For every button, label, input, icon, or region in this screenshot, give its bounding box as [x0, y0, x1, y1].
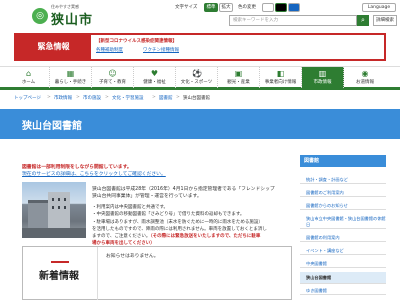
site-header: ◎ 住みやすさ実感 狭山市 文字サイズ 標準 拡大 色の変更 Language … — [0, 0, 400, 30]
nav-label: ホーム — [21, 80, 36, 85]
detail-search-button[interactable]: 詳細検索 — [373, 15, 397, 26]
info-icon: ◉ — [361, 69, 369, 78]
color-blue-button[interactable] — [288, 3, 300, 12]
bullet-item: を活用したものですので、降雨の際には利用されません。車両を放置しておくとま済し — [92, 226, 267, 232]
breadcrumb-item[interactable]: 市政情報 — [54, 95, 72, 101]
nav-label: お道情報 — [356, 80, 374, 85]
breadcrumb-current: 狭山台図書館 — [183, 96, 210, 101]
breadcrumb-item[interactable]: 市の施設 — [83, 95, 101, 101]
bullet-item: ・中央図書館の移動図書館「さみどり号」で借りた資料の返却もできます。 — [92, 212, 245, 218]
parking-warning: （その際には緊急放送をいたしますので、ただちに駐車 — [150, 234, 261, 240]
sidebar-item[interactable]: 図書館からのお知らせ — [300, 203, 386, 210]
sidebar-item[interactable]: 狭山市立中央図書館・狭山台図書館の休館日 — [300, 216, 386, 229]
nav-business[interactable]: ◧ 事業者向け情報 — [260, 67, 302, 88]
search-input[interactable]: 検索キーワードを入力 — [229, 15, 357, 26]
bullet-item: ・利用案内は中央図書館と共通です。 — [92, 205, 169, 210]
notice-link[interactable]: 現在のサービスの詳細は、こちらをクリックしてご確認ください。 — [22, 170, 166, 177]
child-icon: ☺ — [108, 69, 117, 78]
breadcrumb-item[interactable]: 図書館 — [159, 95, 173, 101]
font-size-label: 文字サイズ — [175, 5, 198, 10]
emergency-covid-link[interactable]: 【新型コロナウイルス感染症関連情報】 — [96, 38, 177, 44]
nav-label: 市政情報 — [313, 80, 332, 85]
sidebar-item[interactable]: 中央図書館 — [300, 261, 386, 268]
nav-useful-info[interactable]: ◉ お道情報 — [344, 67, 386, 88]
font-standard-button[interactable]: 標準 — [204, 3, 218, 12]
sidebar-item[interactable]: 図書館の利用案内 — [300, 235, 386, 242]
news-message: お知らせはありません。 — [106, 254, 159, 259]
nav-label: 暮らし・手続き — [54, 80, 87, 85]
bullet-item: ますので、ご注意ください。 — [92, 234, 151, 240]
nav-city-info[interactable]: ▥ 市政情報 — [302, 67, 344, 88]
nav-label: 文化・スポーツ — [180, 80, 213, 85]
search-icon: ⌕ — [361, 16, 365, 24]
global-nav: ⌂ ホーム ▦ 暮らし・手続き ☺ 子育て・教育 ♥ 健康・福祉 ⚽ 文化・スポーツ ▣ 観… — [0, 66, 400, 90]
nav-childcare[interactable]: ☺ 子育て・教育 — [92, 67, 134, 88]
page-title: 狭山台図書館 — [22, 121, 82, 132]
sidebar-item[interactable]: 図書館のご利用案内 — [300, 190, 386, 197]
notice-text: 図書館は一部利用制限をしながら開館しています。 — [22, 165, 132, 170]
heart-icon: ♥ — [150, 69, 159, 78]
sidebar-item[interactable]: イベント・講座など — [300, 248, 386, 255]
library-photo — [22, 182, 86, 238]
language-button[interactable]: Language — [362, 3, 396, 12]
page-title-banner: 狭山台図書館 — [0, 109, 400, 139]
info-bullets: ・利用案内は中央図書館と共通です。 ・中央図書館の移動図書館「さみどり号」で借り… — [92, 204, 292, 248]
nav-health[interactable]: ♥ 健康・福祉 — [134, 67, 176, 88]
breadcrumb-item[interactable]: 文化・学習施設 — [112, 95, 144, 101]
cityhall-icon: ▥ — [318, 69, 327, 78]
color-black-button[interactable] — [275, 3, 287, 12]
nav-culture[interactable]: ⚽ 文化・スポーツ — [176, 67, 218, 88]
nav-label: 子育て・教育 — [99, 80, 126, 85]
news-section: 新着情報 お知らせはありません。 — [22, 246, 292, 300]
nav-home[interactable]: ⌂ ホーム — [8, 67, 50, 88]
emergency-subsidy-link[interactable]: 各種補助制度 — [96, 47, 123, 53]
camera-icon: ▣ — [234, 69, 243, 78]
bullet-item: ・駐車場はありますが、雨水調整池（末水を防ぐために一時的に雨水をためる施設） — [92, 219, 263, 225]
logo-city-name: 狭山市 — [51, 13, 94, 28]
news-title: 新着情報 — [39, 271, 79, 282]
nav-label: 観光・産業 — [227, 80, 250, 85]
site-logo[interactable]: ◎ 住みやすさ実感 狭山市 — [32, 3, 94, 28]
nav-tourism[interactable]: ▣ 観光・産業 — [218, 67, 260, 88]
sidebar-item[interactable]: 統計・調査・計画など — [300, 177, 386, 184]
color-change-label: 色の変更 — [238, 5, 256, 10]
sidebar: 図書館 統計・調査・計画など 図書館のご利用案内 図書館からのお知らせ 狭山市立… — [300, 155, 386, 300]
page-root: ◎ 住みやすさ実感 狭山市 文字サイズ 標準 拡大 色の変更 Language … — [0, 0, 400, 300]
briefcase-icon: ◧ — [276, 69, 285, 78]
nav-label: 事業者向け情報 — [264, 80, 297, 85]
sidebar-heading: 図書館 — [300, 155, 386, 167]
home-icon: ⌂ — [25, 69, 32, 78]
news-title-block: 新着情報 — [23, 247, 98, 300]
house-icon: ▦ — [66, 69, 75, 78]
city-emblem-icon: ◎ — [32, 8, 48, 24]
sidebar-item-active[interactable]: 狭山台図書館 — [300, 272, 386, 284]
font-large-button[interactable]: 拡大 — [219, 3, 233, 12]
color-white-button[interactable] — [262, 3, 274, 12]
sports-icon: ⚽ — [192, 69, 202, 78]
intro-text-line2: 狭山台共同事業体」が管理・運営を行っています。 — [92, 194, 202, 199]
news-accent-line — [51, 261, 69, 263]
nav-label: 健康・福祉 — [143, 80, 166, 85]
search-button[interactable]: ⌕ — [357, 15, 369, 26]
emergency-title: 緊急情報 — [16, 35, 91, 59]
emergency-info-box: 緊急情報 【新型コロナウイルス感染症関連情報】 各種補助制度 ワクチン接種情報 — [14, 33, 386, 61]
nav-living[interactable]: ▦ 暮らし・手続き — [50, 67, 92, 88]
emergency-vaccine-link[interactable]: ワクチン接種情報 — [143, 47, 179, 53]
intro-text-line1: 狭山台図書館は平成28年（2016年）4月1日から指定管理者である「フレンドシッ… — [92, 187, 275, 192]
breadcrumb-item[interactable]: トップページ — [14, 95, 41, 101]
sidebar-item[interactable]: ゆき図書館 — [300, 288, 386, 295]
